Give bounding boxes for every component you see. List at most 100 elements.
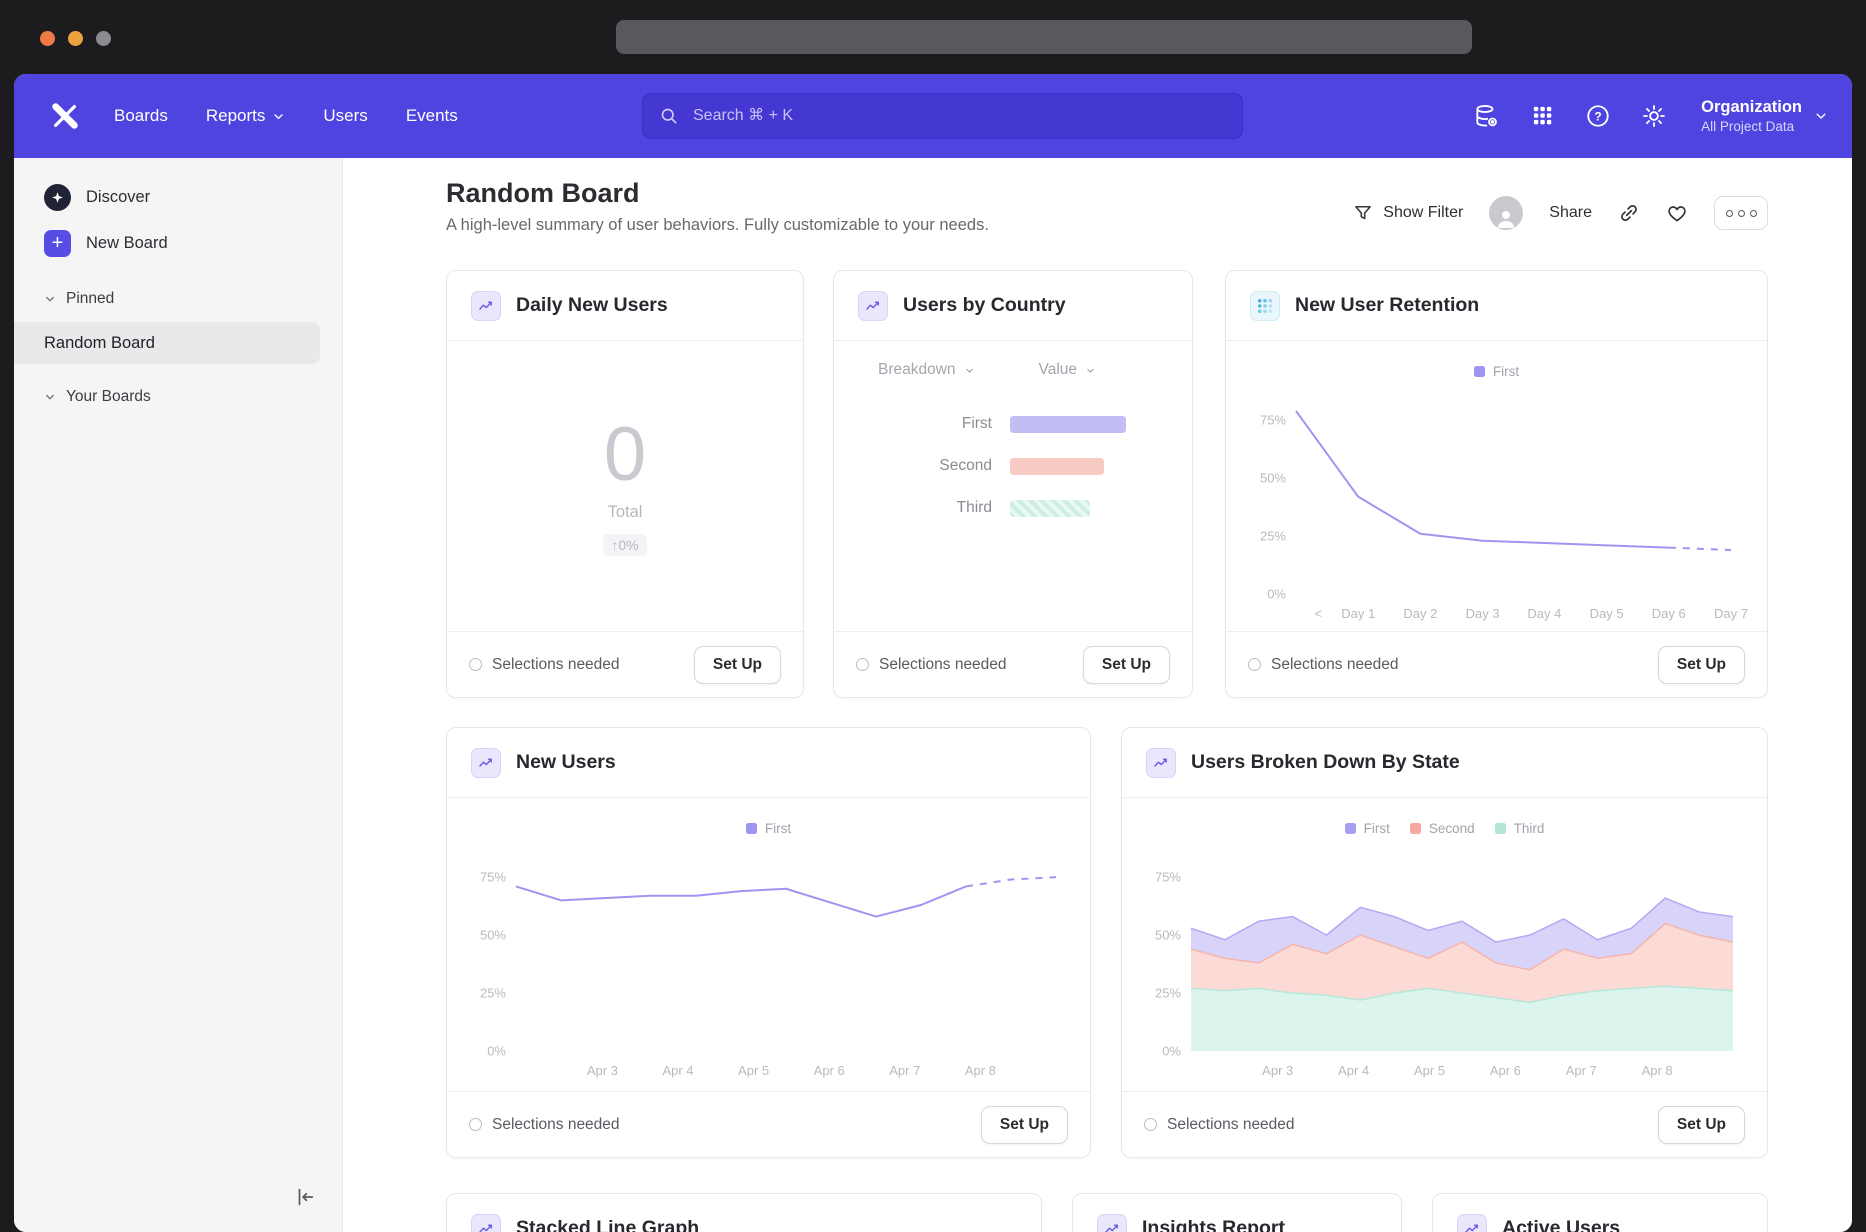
svg-text:Apr 4: Apr 4 — [1338, 1063, 1369, 1078]
country-bars: First Second Third — [834, 413, 1192, 539]
metric-label: Total — [608, 503, 643, 522]
collapse-sidebar-button[interactable] — [290, 1182, 320, 1212]
line-chart-icon — [858, 291, 888, 321]
bar — [1010, 458, 1104, 475]
svg-text:25%: 25% — [1260, 529, 1286, 544]
page-title: Random Board — [446, 178, 640, 209]
show-filter-button[interactable]: Show Filter — [1353, 203, 1463, 223]
svg-text:Apr 6: Apr 6 — [1489, 1063, 1520, 1078]
card-users-by-state: Users Broken Down By State First Second — [1121, 727, 1768, 1158]
legend-item: Third — [1495, 821, 1545, 836]
country-row: Third — [834, 497, 1192, 519]
card-users-by-country: Users by Country Breakdown Value — [833, 270, 1193, 698]
org-project: All Project Data — [1701, 118, 1802, 136]
set-up-button[interactable]: Set Up — [1083, 646, 1170, 684]
nav-item-users[interactable]: Users — [323, 106, 367, 126]
help-icon[interactable]: ? — [1585, 103, 1611, 129]
svg-text:50%: 50% — [1154, 928, 1180, 943]
svg-text:Apr 3: Apr 3 — [1262, 1063, 1293, 1078]
person-icon — [1494, 206, 1518, 230]
svg-text:Day 7: Day 7 — [1714, 606, 1748, 621]
value-dropdown[interactable]: Value — [1039, 361, 1097, 379]
data-management-icon[interactable] — [1473, 103, 1499, 129]
set-up-button[interactable]: Set Up — [1658, 1106, 1745, 1144]
status-circle-icon — [1248, 658, 1261, 671]
zoom-window-button[interactable] — [96, 31, 111, 46]
svg-text:25%: 25% — [1154, 986, 1180, 1001]
minimize-window-button[interactable] — [68, 31, 83, 46]
selections-status: Selections needed — [1248, 656, 1399, 674]
favorite-button[interactable] — [1666, 202, 1688, 224]
status-circle-icon — [1144, 1118, 1157, 1131]
retention-line-chart: 75%50%25%0%Day 1Day 2Day 3Day 4Day 5Day … — [1244, 383, 1749, 628]
discover-icon — [44, 184, 71, 211]
svg-text:Apr 5: Apr 5 — [1413, 1063, 1444, 1078]
org-switcher[interactable]: Organization All Project Data — [1701, 97, 1828, 136]
set-up-button[interactable]: Set Up — [694, 646, 781, 684]
stacked-area-chart: 75%50%25%0%Apr 3Apr 4Apr 5Apr 6Apr 7Apr … — [1139, 840, 1751, 1085]
link-icon — [1618, 202, 1640, 224]
chevron-down-icon — [44, 391, 56, 403]
mixpanel-logo[interactable] — [48, 99, 82, 133]
chart-legend: First Second Third — [1122, 821, 1767, 836]
set-up-button[interactable]: Set Up — [981, 1106, 1068, 1144]
sidebar-item-discover[interactable]: Discover — [14, 174, 342, 220]
nav-item-events[interactable]: Events — [406, 106, 458, 126]
card-new-user-retention: New User Retention First 75%50%25%0%Day … — [1225, 270, 1768, 698]
sidebar-item-new-board[interactable]: + New Board — [14, 220, 342, 266]
legend-item: First — [1474, 364, 1519, 379]
chevron-down-icon — [44, 293, 56, 305]
card-title: Insights Report — [1142, 1217, 1285, 1232]
nav-item-boards[interactable]: Boards — [114, 106, 168, 126]
close-window-button[interactable] — [40, 31, 55, 46]
card-title: New User Retention — [1295, 294, 1479, 317]
share-button[interactable]: Share — [1549, 204, 1592, 222]
settings-gear-icon[interactable] — [1641, 103, 1667, 129]
selections-status: Selections needed — [469, 1116, 620, 1134]
window-titlebar — [0, 0, 1866, 74]
sidebar-section-pinned[interactable]: Pinned — [14, 290, 342, 308]
svg-text:0%: 0% — [487, 1044, 506, 1059]
avatar[interactable] — [1489, 196, 1523, 230]
chevron-down-icon — [1814, 109, 1828, 123]
svg-text:Apr 5: Apr 5 — [738, 1063, 769, 1078]
heart-icon — [1666, 202, 1688, 224]
search-input[interactable] — [691, 106, 1226, 126]
svg-text:Apr 6: Apr 6 — [813, 1063, 844, 1078]
status-circle-icon — [856, 658, 869, 671]
line-chart-icon — [1146, 748, 1176, 778]
nav-item-reports[interactable]: Reports — [206, 106, 286, 126]
more-options-button[interactable] — [1714, 196, 1768, 230]
svg-text:Apr 4: Apr 4 — [662, 1063, 693, 1078]
breakdown-dropdown[interactable]: Breakdown — [878, 361, 975, 379]
chart-legend: First — [447, 821, 1090, 836]
svg-text:75%: 75% — [479, 870, 505, 885]
status-circle-icon — [469, 1118, 482, 1131]
copy-link-button[interactable] — [1618, 202, 1640, 224]
search-icon — [659, 106, 679, 126]
svg-text:Apr 7: Apr 7 — [1565, 1063, 1596, 1078]
card-title: Users by Country — [903, 294, 1066, 317]
card-title: Users Broken Down By State — [1191, 751, 1460, 774]
line-chart-icon — [471, 1214, 501, 1232]
svg-text:Day 3: Day 3 — [1466, 606, 1500, 621]
global-search[interactable] — [642, 93, 1243, 139]
selections-status: Selections needed — [1144, 1116, 1295, 1134]
card-daily-new-users: Daily New Users 0 Total ↑0% Selections n… — [446, 270, 804, 698]
metric-value: 0 — [604, 417, 646, 493]
page-subtitle: A high-level summary of user behaviors. … — [446, 216, 989, 235]
country-row: First — [834, 413, 1192, 435]
navbar-right: ? Organization All Project Data — [1473, 97, 1828, 136]
svg-text:Day 1: Day 1 — [1341, 606, 1375, 621]
set-up-button[interactable]: Set Up — [1658, 646, 1745, 684]
apps-grid-icon[interactable] — [1529, 103, 1555, 129]
card-new-users: New Users First 75%50%25%0%Apr 3Apr 4Apr… — [446, 727, 1091, 1158]
line-chart-icon — [471, 291, 501, 321]
status-circle-icon — [469, 658, 482, 671]
sidebar-section-your-boards[interactable]: Your Boards — [14, 388, 342, 406]
bar — [1010, 416, 1126, 433]
legend-item: First — [1345, 821, 1390, 836]
sidebar-item-random-board[interactable]: Random Board — [14, 322, 320, 364]
line-chart-icon — [471, 748, 501, 778]
browser-address-bar[interactable] — [616, 20, 1472, 54]
